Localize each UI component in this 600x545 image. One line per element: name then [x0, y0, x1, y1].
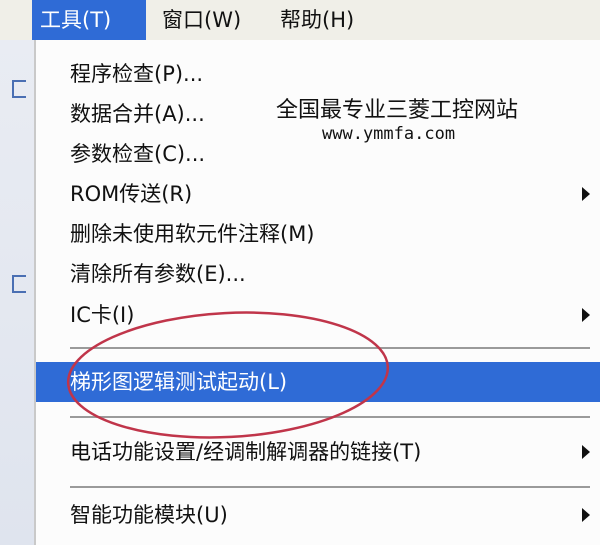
submenu-arrow-icon [582, 187, 590, 201]
menu-separator [70, 416, 590, 418]
menu-item-phone-modem-settings[interactable]: 电话功能设置/经调制解调器的链接(T) [36, 432, 600, 472]
submenu-arrow-icon [582, 445, 590, 459]
submenu-arrow-icon [582, 508, 590, 522]
menu-item-ladder-logic-test-start[interactable]: 梯形图逻辑测试起动(L) [36, 362, 600, 402]
menu-window[interactable]: 窗口(W) [154, 0, 266, 40]
menu-item-label: ROM传送(R) [70, 182, 193, 206]
watermark-url: www.ymmfa.com [322, 124, 456, 144]
menu-bar: 工具(T) 窗口(W) 帮助(H) [0, 0, 600, 40]
menu-item-label: 智能功能模块(U) [70, 503, 228, 527]
menu-item-parameter-check[interactable]: 参数检查(C)... [36, 134, 600, 174]
menu-item-clear-all-parameters[interactable]: 清除所有参数(E)... [36, 254, 600, 294]
menu-item-ic-card[interactable]: IC卡(I) [36, 295, 600, 335]
watermark-title: 全国最专业三菱工控网站 [276, 98, 519, 123]
toolbar-fragment-icon [12, 275, 26, 293]
menu-item-intelligent-function-module[interactable]: 智能功能模块(U) [36, 495, 600, 535]
toolbar-fragment-icon [12, 80, 26, 98]
menu-separator [70, 486, 590, 488]
background-window-edge [0, 40, 34, 545]
submenu-arrow-icon [582, 308, 590, 322]
menu-item-program-check[interactable]: 程序检查(P)... [36, 54, 600, 94]
menu-item-rom-transfer[interactable]: ROM传送(R) [36, 174, 600, 214]
menu-help[interactable]: 帮助(H) [272, 0, 382, 40]
menu-item-delete-unused-comments[interactable]: 删除未使用软元件注释(M) [36, 214, 600, 254]
menu-item-label: IC卡(I) [70, 303, 135, 327]
menu-tools[interactable]: 工具(T) [32, 0, 146, 40]
menu-item-label: 电话功能设置/经调制解调器的链接(T) [70, 440, 422, 464]
menu-separator [70, 347, 590, 349]
